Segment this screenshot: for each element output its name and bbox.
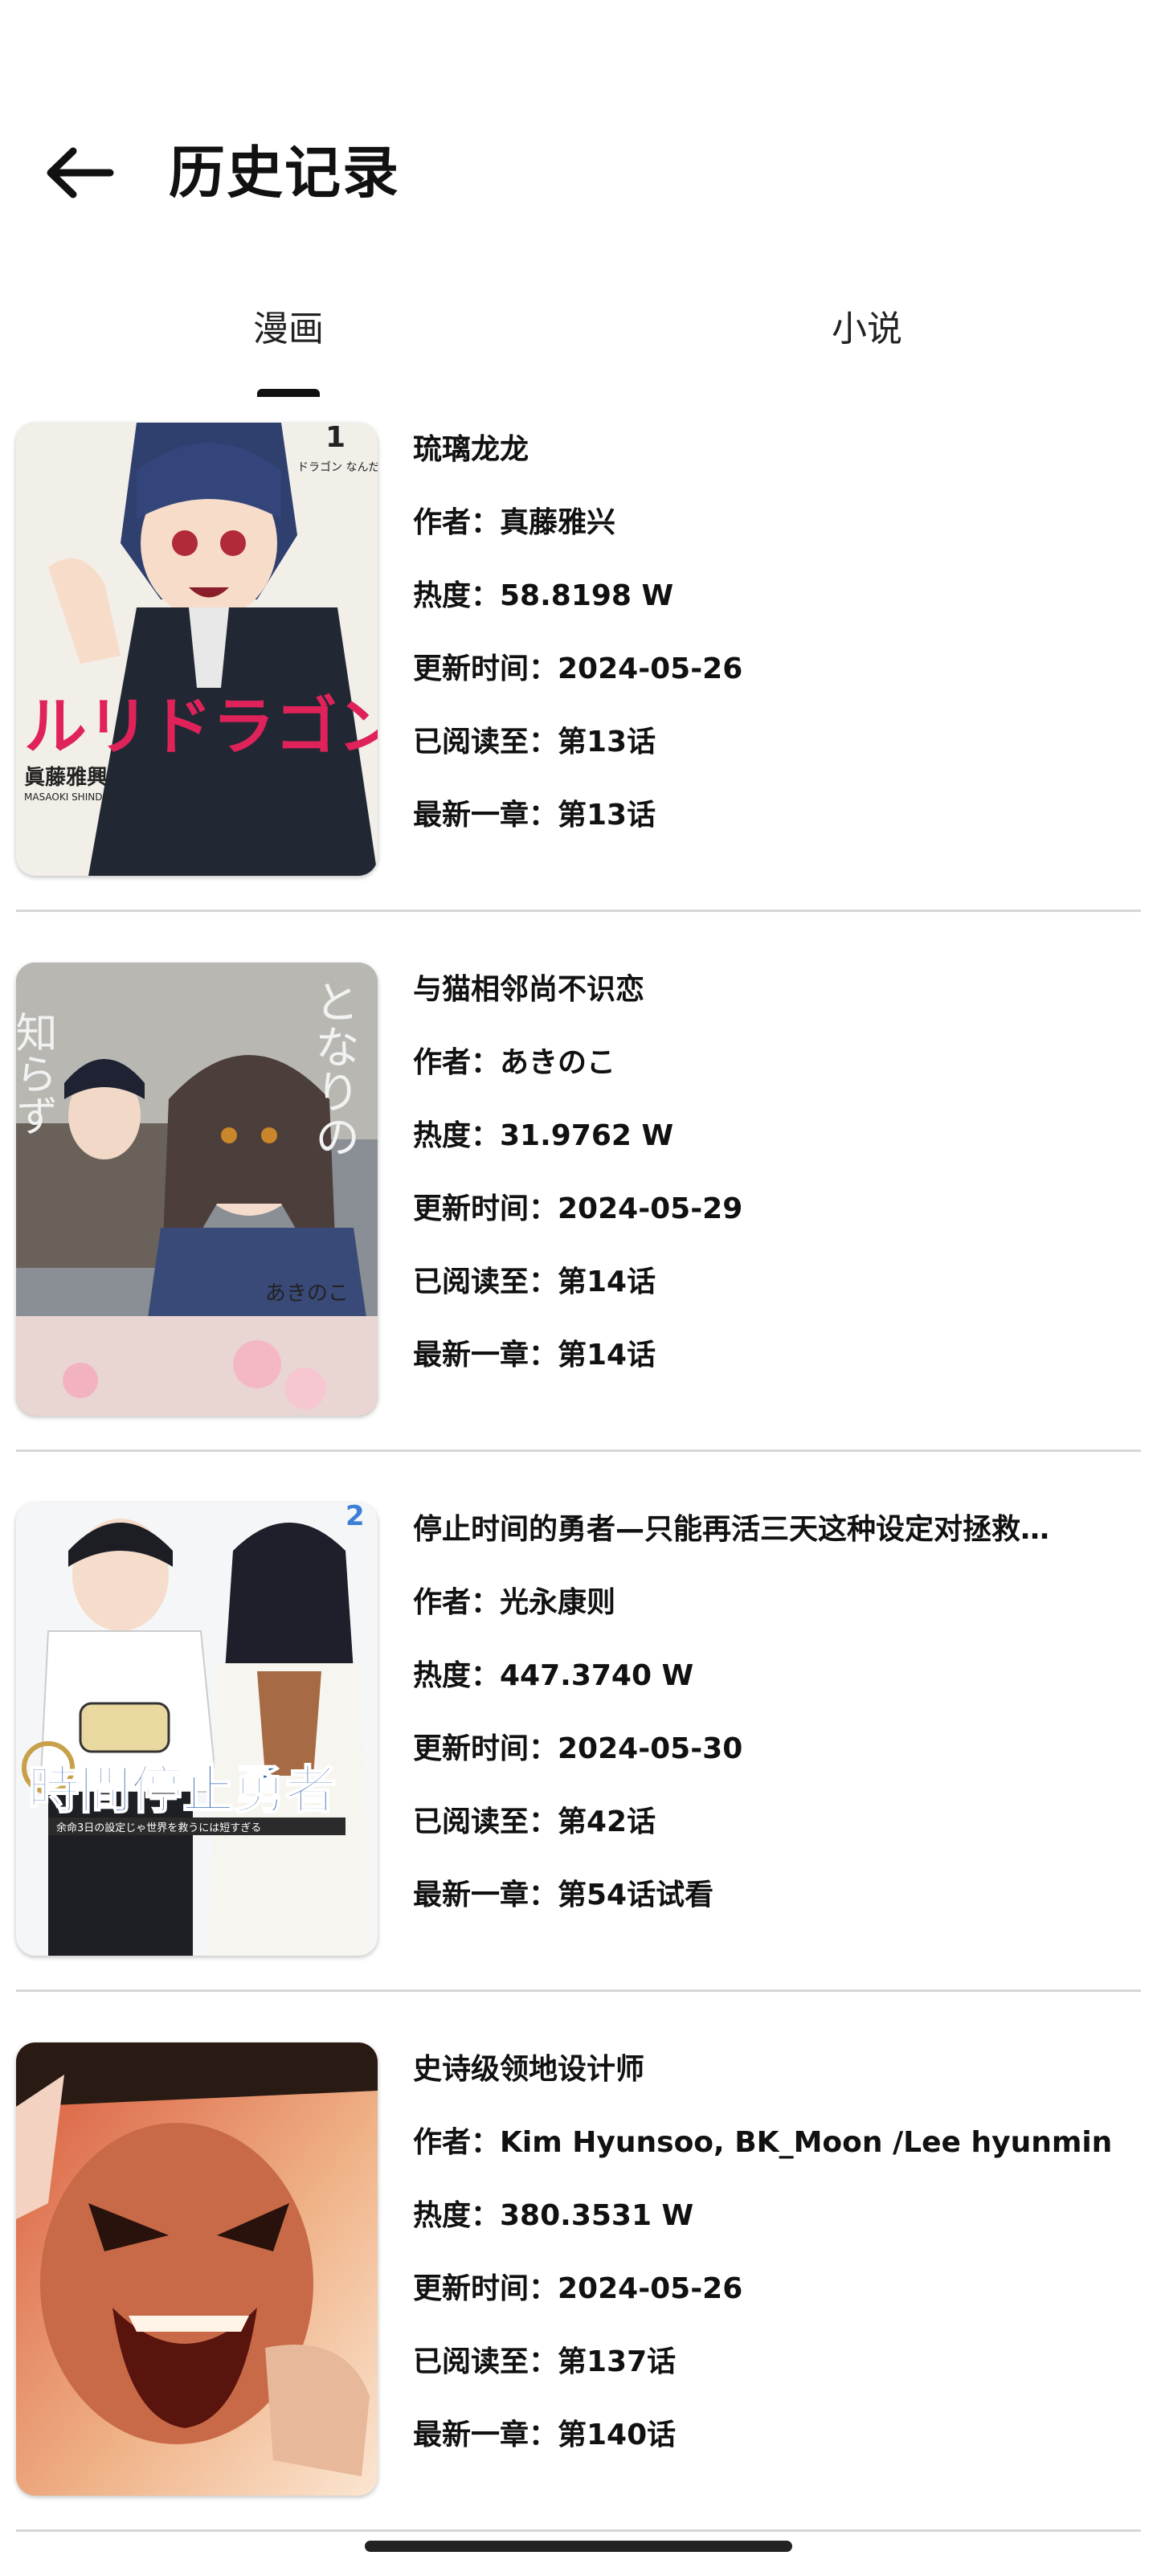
item-read-to: 已阅读至：第42话: [413, 1805, 656, 1838]
item-updated: 更新时间：2024-05-30: [413, 1732, 743, 1765]
item-latest: 最新一章：第14话: [413, 1339, 656, 1372]
item-title: 与猫相邻尚不识恋: [413, 973, 645, 1006]
cover-title-text: ルリドラゴン: [24, 691, 378, 763]
item-popularity: 热度：58.8198 W: [413, 579, 674, 612]
item-info: 史诗级领地设计师 作者：Kim Hyunsoo, BK_Moon /Lee hy…: [413, 2038, 1120, 2476]
item-latest: 最新一章：第54话试看: [413, 1879, 714, 1912]
item-title: 史诗级领地设计师: [413, 2053, 645, 2086]
list-item[interactable]: ルリドラゴン 眞藤雅興 MASAOKI SHINDO ドラゴン なんだって 1 …: [0, 418, 1157, 956]
item-author: 作者：あきのこ: [413, 1046, 616, 1079]
item-updated: 更新时间：2024-05-26: [413, 2272, 743, 2305]
divider: [16, 1989, 1141, 1992]
item-author: 作者：真藤雅兴: [413, 506, 616, 539]
item-author: 作者：光永康则: [413, 1586, 616, 1619]
item-title: 停止时间的勇者—只能再活三天这种设定对拯救…: [413, 1513, 1050, 1546]
svg-text:1: 1: [325, 423, 345, 454]
tab-bar: 漫画 小说: [0, 289, 1157, 402]
app-header: 历史记录: [0, 121, 1157, 225]
item-read-to: 已阅读至：第14话: [413, 1266, 656, 1298]
list-item[interactable]: 史诗级领地设计师 作者：Kim Hyunsoo, BK_Moon /Lee hy…: [0, 2038, 1157, 2576]
item-info: 琉璃龙龙 作者：真藤雅兴 热度：58.8198 W 更新时间：2024-05-2…: [413, 418, 1120, 857]
list-item[interactable]: 知らず となりの あきのこ 与猫相邻尚不识恋 作者：あきのこ 热度：31.976…: [0, 958, 1157, 1496]
svg-text:あきのこ: あきのこ: [265, 1282, 349, 1306]
svg-text:知らず: 知らず: [16, 1011, 56, 1136]
list-item[interactable]: 時間停止勇者 余命3日の設定じゃ世界を救うには短すぎる 2 停止时间的勇者—只能…: [0, 1498, 1157, 2036]
item-info: 与猫相邻尚不识恋 作者：あきのこ 热度：31.9762 W 更新时间：2024-…: [413, 958, 1120, 1396]
item-popularity: 热度：31.9762 W: [413, 1119, 674, 1152]
divider: [16, 910, 1141, 912]
cover-image[interactable]: 知らず となりの あきのこ: [16, 963, 378, 1416]
item-title: 琉璃龙龙: [413, 433, 529, 466]
back-button[interactable]: [39, 137, 119, 209]
item-popularity: 热度：447.3740 W: [413, 1659, 694, 1692]
item-popularity: 热度：380.3531 W: [413, 2199, 694, 2232]
active-tab-indicator: [257, 389, 320, 397]
item-updated: 更新时间：2024-05-29: [413, 1192, 743, 1225]
item-updated: 更新时间：2024-05-26: [413, 652, 743, 685]
svg-text:ドラゴン なんだって: ドラゴン なんだって: [297, 460, 378, 474]
cover-image[interactable]: ルリドラゴン 眞藤雅興 MASAOKI SHINDO ドラゴン なんだって 1: [16, 423, 378, 876]
item-read-to: 已阅读至：第137话: [413, 2345, 677, 2378]
cover-image[interactable]: 時間停止勇者 余命3日の設定じゃ世界を救うには短すぎる 2: [16, 1503, 378, 1956]
svg-text:2: 2: [345, 1503, 365, 1532]
arrow-left-icon: [47, 147, 114, 198]
home-indicator[interactable]: [365, 2541, 792, 2552]
cover-image[interactable]: [16, 2042, 378, 2496]
item-info: 停止时间的勇者—只能再活三天这种设定对拯救… 作者：光永康则 热度：447.37…: [413, 1498, 1120, 1936]
item-author: 作者：Kim Hyunsoo, BK_Moon /Lee hyunmin: [413, 2126, 1113, 2159]
svg-text:時間停止勇者: 時間停止勇者: [28, 1760, 337, 1821]
svg-text:となりの: となりの: [308, 979, 360, 1159]
item-latest: 最新一章：第140话: [413, 2419, 677, 2451]
svg-text:MASAOKI SHINDO: MASAOKI SHINDO: [24, 791, 110, 803]
page-title: 历史记录: [169, 140, 400, 206]
svg-text:余命3日の設定じゃ世界を救うには短すぎる: 余命3日の設定じゃ世界を救うには短すぎる: [56, 1822, 261, 1834]
divider: [16, 2529, 1141, 2532]
tab-novel[interactable]: 小说: [831, 289, 903, 370]
item-latest: 最新一章：第13话: [413, 799, 656, 832]
tab-manga[interactable]: 漫画: [252, 289, 325, 370]
item-read-to: 已阅读至：第13话: [413, 726, 656, 758]
svg-text:眞藤雅興: 眞藤雅興: [24, 766, 108, 790]
divider: [16, 1450, 1141, 1452]
